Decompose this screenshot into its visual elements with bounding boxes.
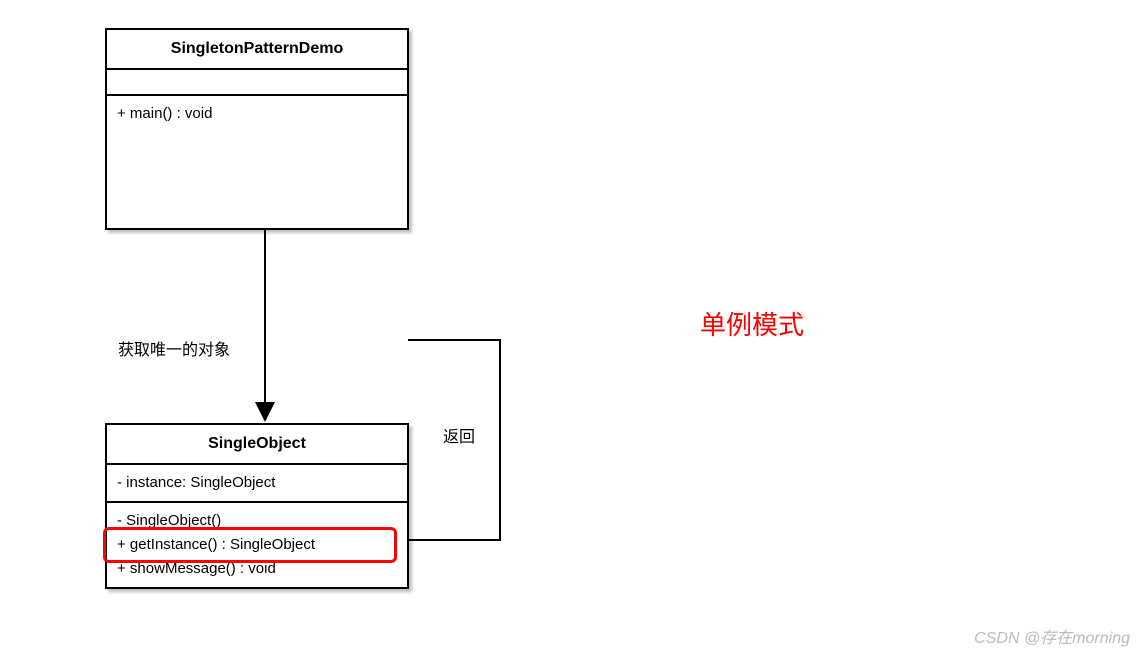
- class-methods: - SingleObject() + getInstance() : Singl…: [107, 503, 407, 587]
- edge-label-return: 返回: [443, 423, 475, 447]
- diagram-title: 单例模式: [700, 305, 804, 342]
- class-singleton-pattern-demo: SingletonPatternDemo + main() : void: [105, 28, 409, 230]
- class-attributes: - instance: SingleObject: [107, 465, 407, 503]
- method-line-highlighted: + getInstance() : SingleObject: [117, 533, 397, 557]
- method-line: + showMessage() : void: [117, 557, 397, 581]
- class-title: SingletonPatternDemo: [107, 30, 407, 70]
- attribute-line: - instance: SingleObject: [117, 471, 397, 495]
- method-line: - SingleObject(): [117, 509, 397, 533]
- class-methods: + main() : void: [107, 96, 407, 228]
- class-attributes: [107, 70, 407, 96]
- method-line: + main() : void: [117, 102, 397, 126]
- class-single-object: SingleObject - instance: SingleObject - …: [105, 423, 409, 589]
- class-title: SingleObject: [107, 425, 407, 465]
- edge-label-get-unique: 获取唯一的对象: [118, 336, 230, 360]
- watermark: CSDN @存在morning: [974, 624, 1130, 648]
